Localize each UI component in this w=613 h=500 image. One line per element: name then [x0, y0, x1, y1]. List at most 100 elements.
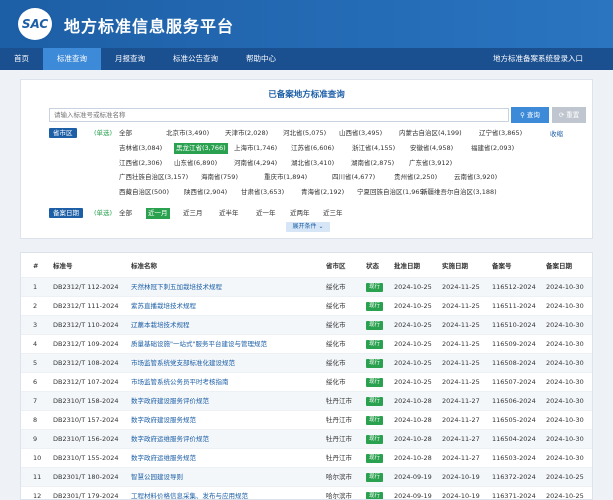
province-option[interactable]: 湖南省(2,875): [351, 158, 394, 169]
sac-logo[interactable]: SAC: [16, 6, 54, 42]
date-option[interactable]: 近一年: [256, 208, 276, 219]
table-cell: 2024-11-25: [442, 283, 480, 291]
province-option[interactable]: 江西省(2,306): [119, 158, 162, 169]
province-option[interactable]: 上海市(1,746): [234, 143, 277, 154]
filing-system-login-link[interactable]: 地方标准备案系统登录入口: [493, 48, 583, 70]
nav-home[interactable]: 首页: [0, 48, 43, 70]
province-option[interactable]: 天津市(2,028): [225, 128, 268, 139]
standard-name-link[interactable]: 数字政府运维服务评价规范: [131, 430, 209, 449]
table-row[interactable]: 11 DB2301/T 180-2024 智慧公园建设导则 哈尔滨市 现行 2024-09…: [21, 467, 592, 487]
search-input[interactable]: [49, 108, 509, 122]
table-cell: DB2312/T 108-2024: [53, 359, 119, 367]
table-row[interactable]: 4 DB2312/T 109-2024 质量基础设施"一站式"服务平台建设与管理规范…: [21, 334, 592, 354]
province-option[interactable]: 西藏自治区(500): [119, 187, 169, 198]
table-row[interactable]: 2 DB2312/T 111-2024 紫苏直播栽培技术规程 绥化市 现行 2024-10…: [21, 296, 592, 316]
province-option[interactable]: 安徽省(4,958): [410, 143, 453, 154]
table-row[interactable]: 1 DB2312/T 112-2024 天然林冠下刺五加栽培技术规程 绥化市 现行 202…: [21, 277, 592, 297]
status-badge: 现行: [366, 354, 384, 373]
table-cell: 2024-10-30: [546, 340, 584, 348]
province-option[interactable]: 云南省(3,920): [454, 172, 497, 183]
province-option[interactable]: 全部: [119, 128, 132, 139]
table-cell: 2024-10-19: [442, 473, 480, 481]
date-option[interactable]: 近三月: [183, 208, 203, 219]
province-option[interactable]: 山西省(3,495): [339, 128, 382, 139]
province-option[interactable]: 山东省(6,890): [174, 158, 217, 169]
table-cell: 2024-10-25: [394, 359, 432, 367]
province-option[interactable]: 海南省(759): [201, 172, 238, 183]
standard-name-link[interactable]: 市场监管系统党支部标准化建设规范: [131, 354, 235, 373]
province-option[interactable]: 江苏省(6,606): [291, 143, 334, 154]
province-option[interactable]: 河北省(5,075): [283, 128, 326, 139]
date-filter-label: 备案日期: [49, 208, 83, 218]
nav-monthly-report[interactable]: 月报查询: [101, 48, 159, 70]
table-cell: 2024-10-30: [546, 435, 584, 443]
table-cell: 2024-10-25: [546, 473, 584, 481]
column-header: 批准日期: [394, 262, 420, 270]
province-option[interactable]: 北京市(3,490): [166, 128, 209, 139]
table-cell: 116508-2024: [492, 359, 536, 367]
nav-announcement-query[interactable]: 标准公告查询: [159, 48, 232, 70]
expand-conditions-button[interactable]: 展开条件 ⌄: [286, 222, 330, 232]
date-option[interactable]: 近两年: [290, 208, 310, 219]
table-row[interactable]: 8 DB2310/T 157-2024 数字政府建设服务规范 牡丹江市 现行 2024-1…: [21, 410, 592, 430]
date-option[interactable]: 全部: [119, 208, 132, 219]
standard-name-link[interactable]: 质量基础设施"一站式"服务平台建设与管理规范: [131, 335, 267, 354]
table-row[interactable]: 5 DB2312/T 108-2024 市场监管系统党支部标准化建设规范 绥化市 现行 2…: [21, 353, 592, 373]
table-cell: 2024-10-25: [394, 340, 432, 348]
province-option[interactable]: 广东省(3,912): [409, 158, 452, 169]
province-option[interactable]: 新疆维吾尔自治区(3,188): [421, 187, 497, 198]
nav-help-center[interactable]: 帮助中心: [232, 48, 290, 70]
table-cell: 哈尔滨市: [326, 473, 352, 481]
province-option[interactable]: 浙江省(4,155): [352, 143, 395, 154]
column-header: 实施日期: [442, 262, 468, 270]
standard-name-link[interactable]: 紫苏直播栽培技术规程: [131, 297, 196, 316]
table-cell: 2024-10-28: [394, 435, 432, 443]
standard-name-link[interactable]: 智慧公园建设导则: [131, 468, 183, 487]
province-option[interactable]: 辽宁省(3,865): [479, 128, 522, 139]
table-cell: 2024-10-30: [546, 359, 584, 367]
province-option[interactable]: 福建省(2,093): [471, 143, 514, 154]
standard-name-link[interactable]: 数字政府建设服务评价规范: [131, 392, 209, 411]
province-option[interactable]: 宁夏回族自治区(1,965): [357, 187, 426, 198]
province-option[interactable]: 重庆市(1,894): [264, 172, 307, 183]
status-badge: 现行: [366, 335, 384, 354]
table-cell: 牡丹江市: [326, 435, 352, 443]
standard-name-link[interactable]: 工程材料价格信息采集、发布与应用规范: [131, 487, 248, 499]
reset-button[interactable]: ⟳ 重置: [552, 107, 586, 123]
search-button[interactable]: ⚲ 查询: [511, 107, 549, 123]
province-option[interactable]: 青海省(2,192): [301, 187, 344, 198]
table-cell: DB2312/T 110-2024: [53, 321, 119, 329]
province-option[interactable]: 河南省(4,294): [234, 158, 277, 169]
standard-name-link[interactable]: 数字政府运维服务规范: [131, 449, 196, 468]
province-option[interactable]: 陕西省(2,904): [184, 187, 227, 198]
province-option[interactable]: 湖北省(3,410): [291, 158, 334, 169]
collapse-link[interactable]: 收缩: [550, 128, 563, 138]
table-row[interactable]: 7 DB2310/T 158-2024 数字政府建设服务评价规范 牡丹江市 现行 2024…: [21, 391, 592, 411]
column-header: 备案日期: [546, 262, 572, 270]
standard-name-link[interactable]: 天然林冠下刺五加栽培技术规程: [131, 278, 222, 297]
table-row[interactable]: 9 DB2310/T 156-2024 数字政府运维服务评价规范 牡丹江市 现行 2024…: [21, 429, 592, 449]
nav-standard-query[interactable]: 标准查询: [43, 48, 101, 70]
province-option[interactable]: 吉林省(3,084): [119, 143, 162, 154]
table-row[interactable]: 12 DB2301/T 179-2024 工程材料价格信息采集、发布与应用规范 哈尔滨…: [21, 486, 592, 499]
province-option[interactable]: 内蒙古自治区(4,199): [399, 128, 462, 139]
date-option[interactable]: 近一月: [146, 208, 170, 219]
province-option[interactable]: 广西壮族自治区(3,157): [119, 172, 188, 183]
table-row[interactable]: 3 DB2312/T 110-2024 辽藁本栽培技术规程 绥化市 现行 2024-10-…: [21, 315, 592, 335]
table-cell: 牡丹江市: [326, 397, 352, 405]
date-option[interactable]: 近半年: [219, 208, 239, 219]
chevron-down-icon: ⌄: [318, 223, 324, 230]
province-option[interactable]: 黑龙江省(3,766): [174, 143, 228, 154]
standard-name-link[interactable]: 辽藁本栽培技术规程: [131, 316, 190, 335]
province-filter-label: 省市区: [49, 128, 77, 138]
table-row[interactable]: 6 DB2312/T 107-2024 市场监管系统公务员平时考核指南 绥化市 现行 20…: [21, 372, 592, 392]
table-row[interactable]: 10 DB2310/T 155-2024 数字政府运维服务规范 牡丹江市 现行 2024-…: [21, 448, 592, 468]
province-option[interactable]: 甘肃省(3,653): [241, 187, 284, 198]
province-option[interactable]: 四川省(4,677): [332, 172, 375, 183]
standard-name-link[interactable]: 数字政府建设服务规范: [131, 411, 196, 430]
province-option[interactable]: 贵州省(2,250): [394, 172, 437, 183]
standard-name-link[interactable]: 市场监管系统公务员平时考核指南: [131, 373, 229, 392]
status-badge: 现行: [366, 411, 384, 430]
status-badge: 现行: [366, 278, 384, 297]
date-option[interactable]: 近三年: [323, 208, 343, 219]
